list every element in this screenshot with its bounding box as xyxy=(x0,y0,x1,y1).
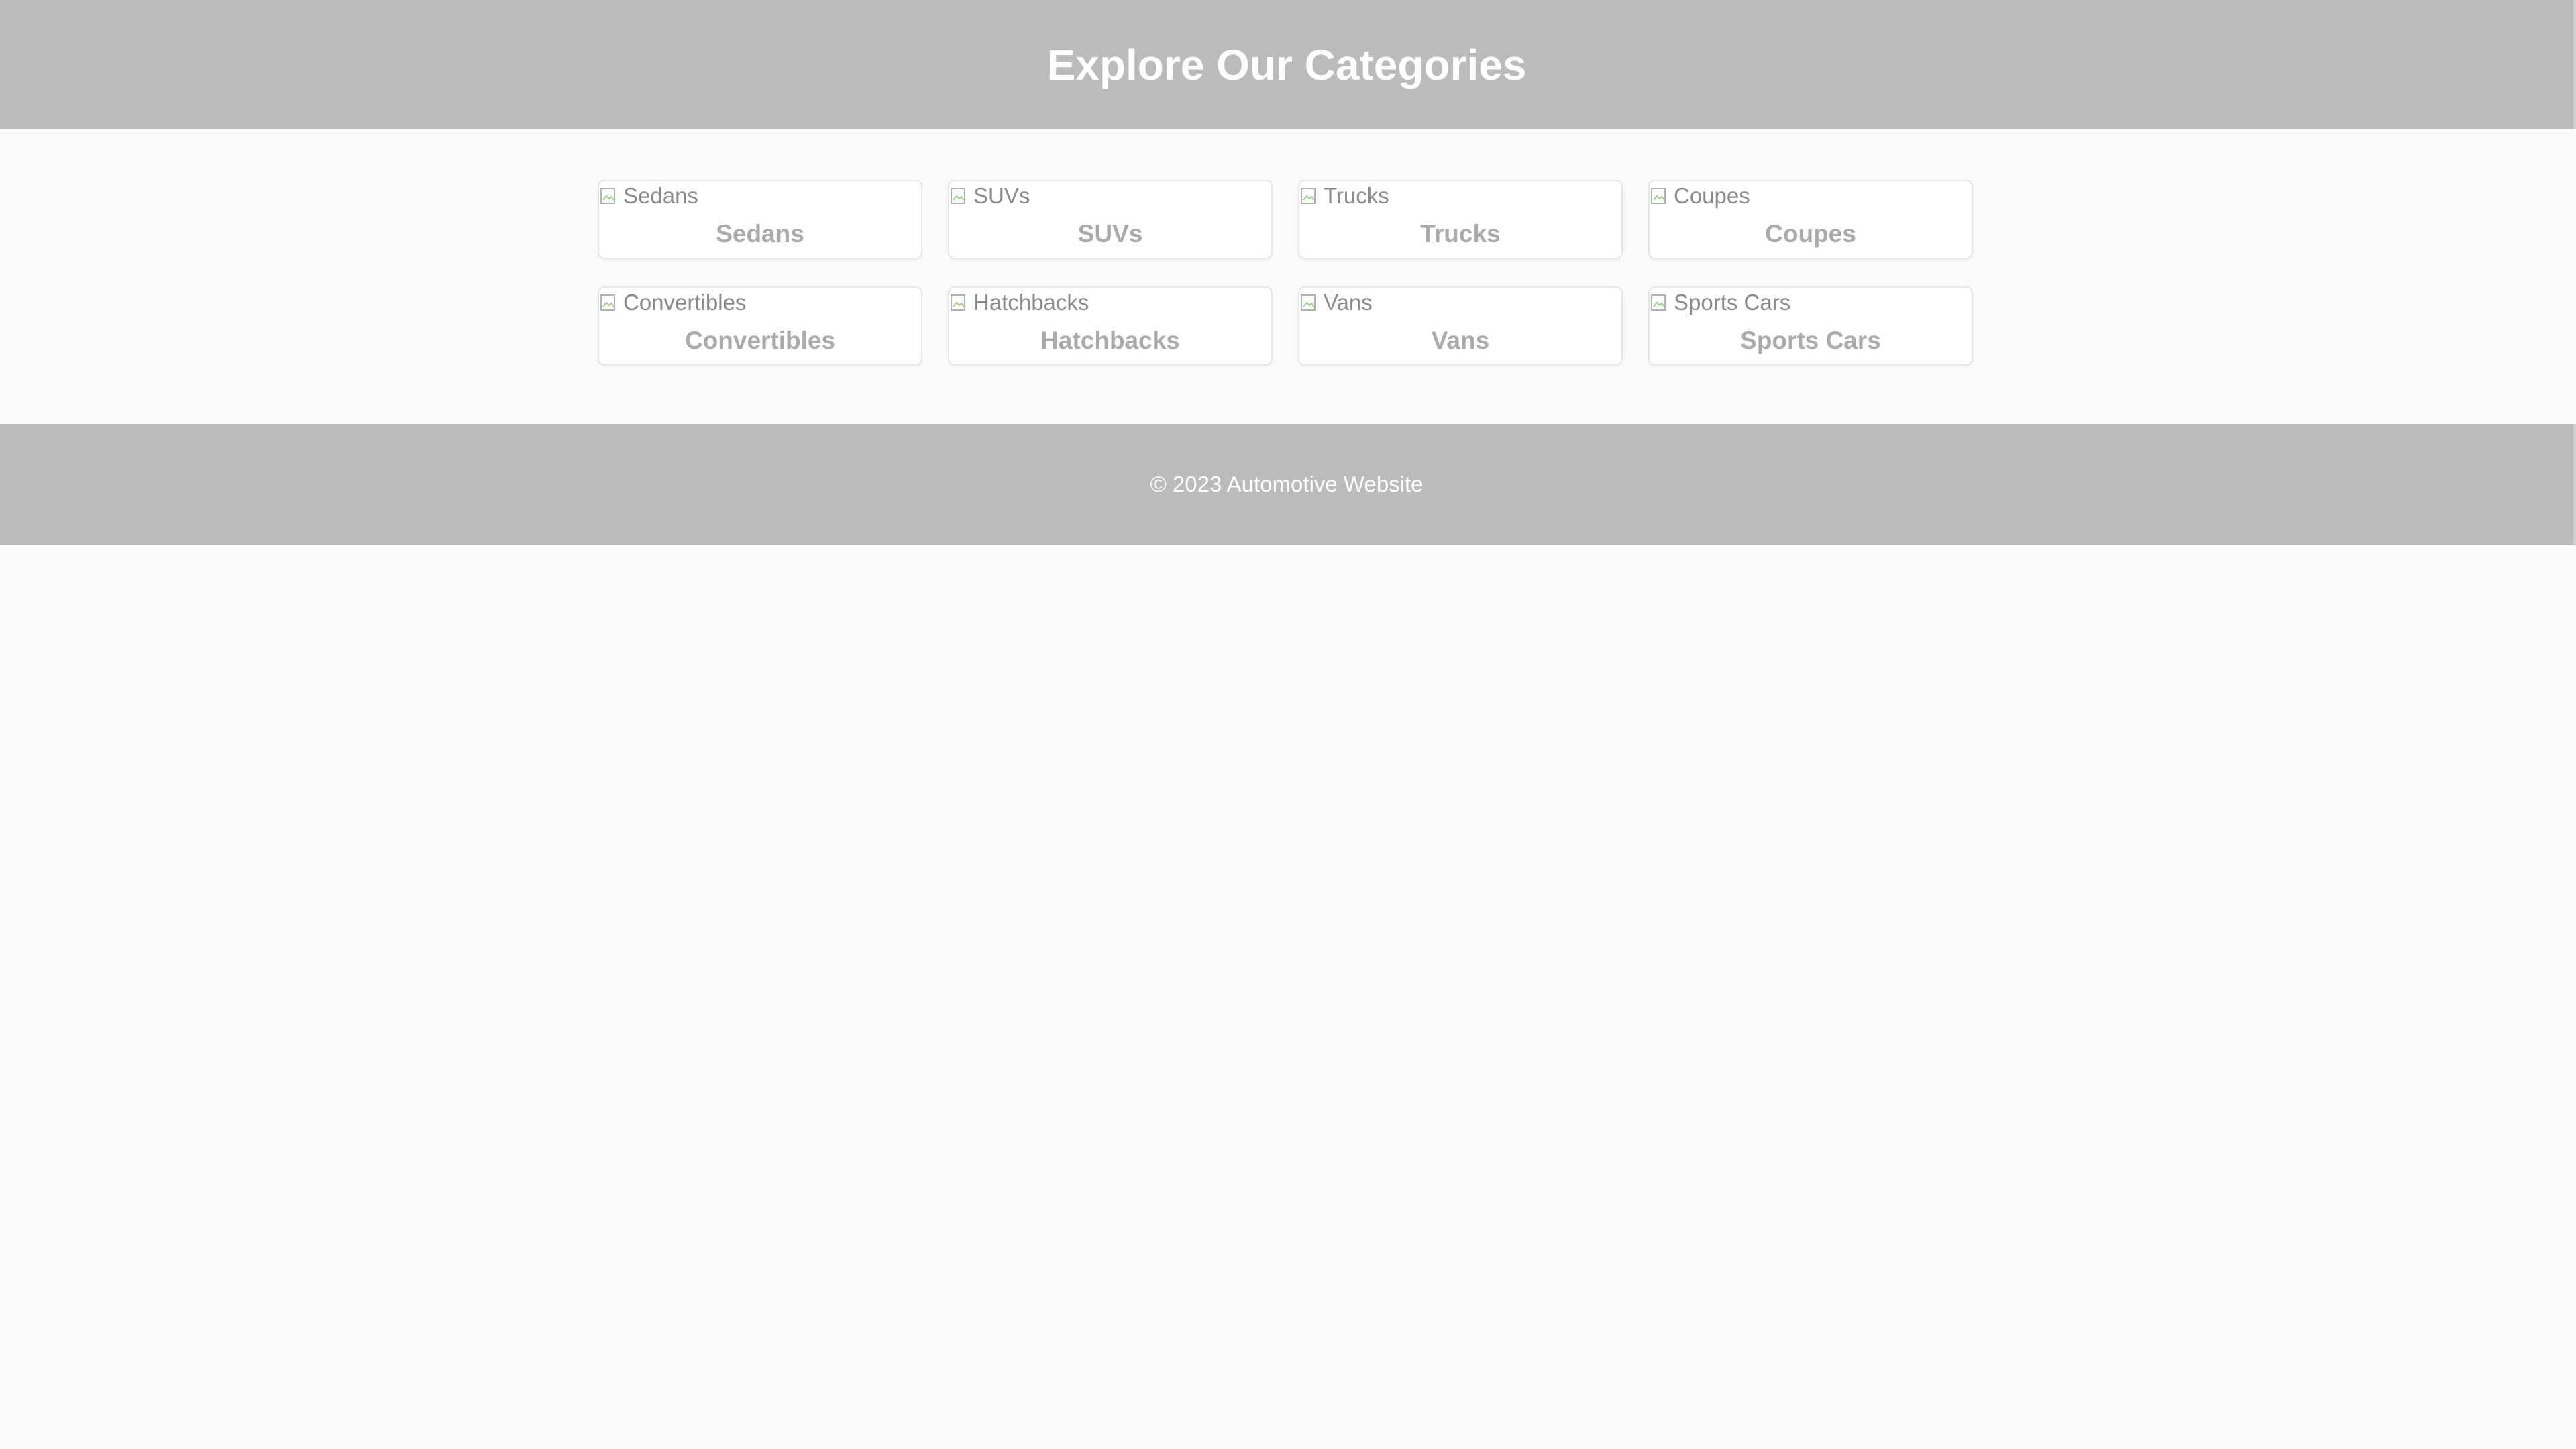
category-label: Sedans xyxy=(716,220,804,248)
category-image: Sedans xyxy=(599,181,698,211)
category-label: SUVs xyxy=(1077,220,1143,248)
category-card-trucks[interactable]: Trucks Trucks xyxy=(1298,180,1623,259)
category-image: Vans xyxy=(1299,288,1373,317)
category-image-alt: Sports Cars xyxy=(1674,290,1791,315)
category-image-alt: Hatchbacks xyxy=(973,290,1089,315)
broken-image-icon xyxy=(1299,292,1321,313)
category-label: Convertibles xyxy=(684,327,836,354)
footer-copyright: © 2023 Automotive Website xyxy=(1150,472,1424,496)
category-image-alt: Sedans xyxy=(623,183,698,208)
category-label: Coupes xyxy=(1765,220,1856,248)
category-image-alt: Coupes xyxy=(1674,183,1750,208)
broken-image-icon xyxy=(1650,292,1671,313)
category-label: Hatchbacks xyxy=(1040,327,1180,354)
category-card-convertibles[interactable]: Convertibles Convertibles xyxy=(598,286,922,366)
category-image: Trucks xyxy=(1299,181,1389,211)
category-image: Coupes xyxy=(1650,181,1750,211)
broken-image-icon xyxy=(1650,185,1671,207)
category-image: Convertibles xyxy=(599,288,746,317)
category-label: Vans xyxy=(1431,327,1490,354)
page-footer: © 2023 Automotive Website xyxy=(0,424,2576,545)
category-card-hatchbacks[interactable]: Hatchbacks Hatchbacks xyxy=(948,286,1273,366)
category-card-coupes[interactable]: Coupes Coupes xyxy=(1648,180,1973,259)
broken-image-icon xyxy=(599,185,621,207)
category-card-sports-cars[interactable]: Sports Cars Sports Cars xyxy=(1648,286,1973,366)
category-card-suvs[interactable]: SUVs SUVs xyxy=(948,180,1273,259)
broken-image-icon xyxy=(949,185,971,207)
category-image: Hatchbacks xyxy=(949,288,1089,317)
category-card-sedans[interactable]: Sedans Sedans xyxy=(598,180,922,259)
broken-image-icon xyxy=(949,292,971,313)
category-image-alt: Vans xyxy=(1324,290,1373,315)
category-label: Trucks xyxy=(1420,220,1501,248)
broken-image-icon xyxy=(599,292,621,313)
category-image: Sports Cars xyxy=(1650,288,1790,317)
broken-image-icon xyxy=(1299,185,1321,207)
category-image-alt: SUVs xyxy=(973,183,1030,208)
page-title: Explore Our Categories xyxy=(1046,40,1527,89)
category-image-alt: Convertibles xyxy=(623,290,747,315)
category-card-vans[interactable]: Vans Vans xyxy=(1298,286,1623,366)
category-image-alt: Trucks xyxy=(1324,183,1389,208)
page-header: Explore Our Categories xyxy=(0,0,2576,129)
category-image: SUVs xyxy=(949,181,1030,211)
category-label: Sports Cars xyxy=(1740,327,1881,354)
